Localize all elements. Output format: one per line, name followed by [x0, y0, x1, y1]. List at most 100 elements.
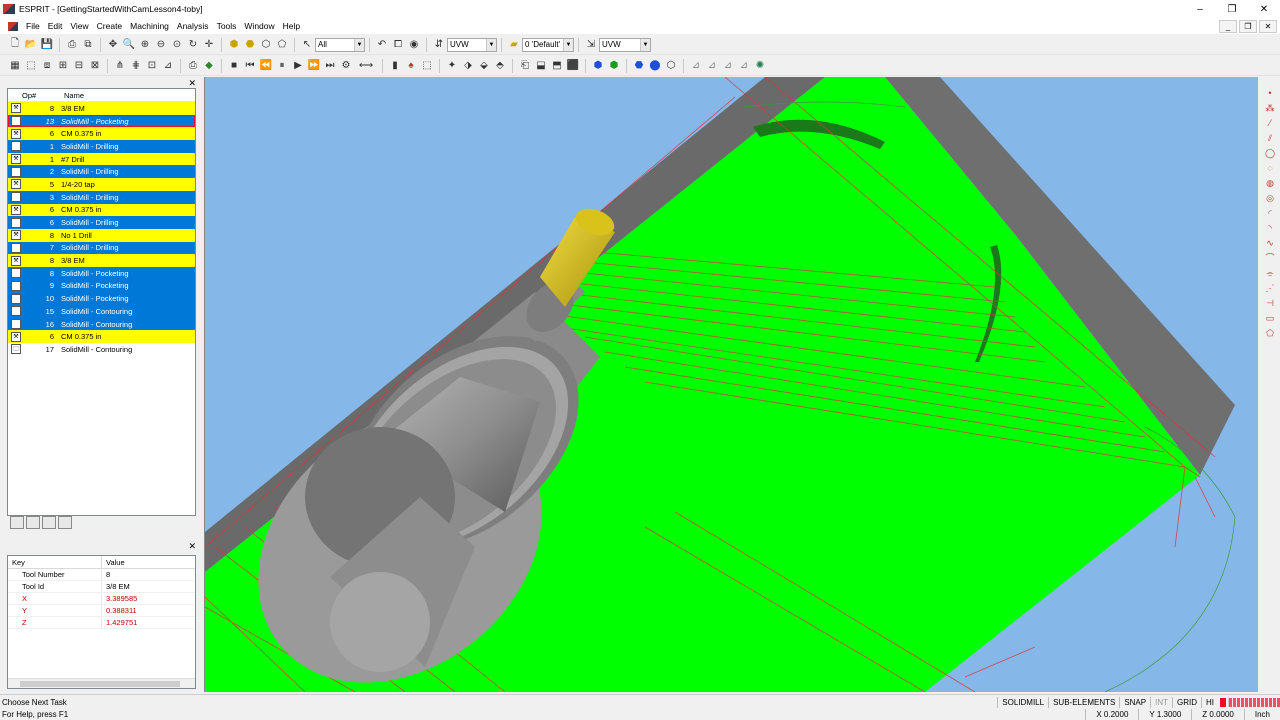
workplane-icon[interactable]: ⇵	[432, 38, 446, 52]
hidden-line-icon[interactable]: ⬠	[275, 38, 289, 52]
spline-icon[interactable]: ∿	[1265, 237, 1275, 249]
play-icon[interactable]: ▶	[291, 59, 305, 73]
operation-row[interactable]: ⚒ 8 3/8 EM	[8, 254, 195, 267]
arc-3pt-icon[interactable]: ◝	[1265, 222, 1275, 234]
work-coordinates-icon[interactable]: ⇲	[584, 38, 598, 52]
cancel-icon[interactable]: ◉	[407, 38, 421, 52]
step-back-icon[interactable]: ⏪	[259, 59, 273, 73]
rewind-icon[interactable]: ⏮	[243, 59, 257, 73]
fast-forward-icon[interactable]: ⏭	[323, 59, 337, 73]
render-icon[interactable]: ⬛	[566, 59, 580, 73]
operation-icon[interactable]: ⊞	[56, 59, 70, 73]
tab-tools-icon[interactable]	[10, 516, 24, 529]
print-preview-icon[interactable]: ⎙	[186, 59, 200, 73]
restore-icon[interactable]: ❐	[1216, 4, 1248, 15]
step-forward-icon[interactable]: ⏩	[307, 59, 321, 73]
doc-minimize-icon[interactable]: _	[1219, 19, 1237, 33]
operation-row[interactable]: ⚒ 6 CM 0.375 in	[8, 330, 195, 344]
green-cube-icon[interactable]: ⬢	[607, 59, 621, 73]
tool-d-icon[interactable]: ⊿	[737, 59, 751, 73]
features-icon[interactable]: ⧈	[40, 59, 54, 73]
chart-icon[interactable]: ⊿	[161, 59, 175, 73]
open-folder-icon[interactable]: 📂	[24, 38, 38, 52]
graphics-viewport[interactable]	[204, 77, 1258, 692]
status-flag-hi[interactable]: HI	[1201, 697, 1218, 708]
operation-row[interactable]: ⇓ 6 SolidMill - Drilling	[8, 216, 195, 229]
arc-icon[interactable]: ◜	[1265, 207, 1275, 219]
column-name[interactable]: Name	[60, 91, 84, 100]
menu-tools[interactable]: Tools	[213, 21, 241, 31]
check-icon[interactable]: ✦	[445, 59, 459, 73]
multi-point-icon[interactable]: ⁂	[1265, 102, 1275, 114]
menu-machining[interactable]: Machining	[126, 21, 173, 31]
operation-row[interactable]: ⇓ 2 SolidMill - Drilling	[8, 165, 195, 179]
tool-c-icon[interactable]: ⊿	[721, 59, 735, 73]
property-row[interactable]: Y 0.388311	[8, 605, 195, 617]
zoom-out-icon[interactable]: ⊖	[154, 38, 168, 52]
column-op-number[interactable]: Op#	[8, 91, 60, 100]
offset-icon[interactable]: ⋰	[1265, 282, 1275, 294]
scrollbar-thumb[interactable]	[20, 681, 180, 687]
trim-icon[interactable]: ⊣	[1265, 297, 1275, 309]
copy-icon[interactable]: ⧉	[81, 38, 95, 52]
operation-row[interactable]: ⚒ 5 1/4-20 tap	[8, 178, 195, 191]
selection-filter-combo[interactable]: All ▼	[315, 37, 365, 52]
menu-window[interactable]: Window	[240, 21, 278, 31]
menu-edit[interactable]: Edit	[44, 21, 67, 31]
print-icon[interactable]: ⎙	[65, 38, 79, 52]
toolpath-display-icon[interactable]: ⬚	[420, 59, 434, 73]
document-icon[interactable]	[8, 21, 18, 31]
doc-close-icon[interactable]: ✕	[1259, 19, 1277, 33]
operation-row[interactable]: ⚒ 8 3/8 EM	[8, 102, 195, 115]
undo-icon[interactable]: ↶	[375, 38, 389, 52]
pause-icon[interactable]: ⏸	[275, 59, 289, 73]
circle-tangent-icon[interactable]: ◍	[1265, 177, 1275, 189]
menu-create[interactable]: Create	[93, 21, 127, 31]
blue-cube-icon[interactable]: ⬢	[591, 59, 605, 73]
operation-row[interactable]: ⚒ 8 No 1 Drill	[8, 228, 195, 242]
operation-row[interactable]: ⚒ 6 CM 0.375 in	[8, 203, 195, 217]
tool-icon[interactable]: ⊟	[72, 59, 86, 73]
clipboard-icon[interactable]: ⎗	[518, 59, 532, 73]
view-box-icon[interactable]: ⬡	[664, 59, 678, 73]
operation-row[interactable]: ▦ 13 SolidMill - Pocketing	[8, 114, 195, 128]
menu-view[interactable]: View	[66, 21, 92, 31]
circle-icon[interactable]: ◯	[1265, 147, 1275, 159]
status-flag-subelements[interactable]: SUB-ELEMENTS	[1048, 697, 1119, 708]
layer-combo[interactable]: 0 'Default' ▼	[522, 37, 574, 52]
point-icon[interactable]: •	[1265, 87, 1275, 99]
chamfer-icon[interactable]: ⌯	[1265, 267, 1275, 279]
line-icon[interactable]: ⁄	[1265, 117, 1275, 129]
part-icon[interactable]: ⬓	[534, 59, 548, 73]
operation-row[interactable]: ⬚ 15 SolidMill - Contouring	[8, 305, 195, 318]
status-flag-int[interactable]: INT	[1150, 697, 1172, 708]
circle-center-icon[interactable]: ◎	[1265, 192, 1275, 204]
rectangle-icon[interactable]: ▭	[1265, 312, 1275, 324]
operation-row[interactable]: ▦ 8 SolidMill - Pocketing	[8, 266, 195, 280]
zoom-in-icon[interactable]: ⊕	[138, 38, 152, 52]
redo-icon[interactable]: ⧠	[391, 38, 405, 52]
status-flag-snap[interactable]: SNAP	[1119, 697, 1150, 708]
holder-display-icon[interactable]: ♠	[404, 59, 418, 73]
circle-3pt-icon[interactable]: ◌	[1265, 162, 1275, 174]
save-icon[interactable]: 💾	[40, 38, 54, 52]
polygon-icon[interactable]: ⬠	[1265, 327, 1275, 339]
minimize-icon[interactable]: –	[1184, 4, 1216, 15]
cut-stock-icon[interactable]: ⬘	[493, 59, 507, 73]
center-icon[interactable]: ✛	[202, 38, 216, 52]
rotate-icon[interactable]: ↻	[186, 38, 200, 52]
status-flag-grid[interactable]: GRID	[1172, 697, 1201, 708]
simulation-icon[interactable]: ◆	[202, 59, 216, 73]
nc-icon[interactable]: ⊠	[88, 59, 102, 73]
close-icon[interactable]: ✕	[1248, 4, 1280, 15]
compare-icon[interactable]: ⬗	[461, 59, 475, 73]
settings-icon[interactable]: ⚙	[339, 59, 353, 73]
operation-row[interactable]: ⬚ 17 SolidMill - Contouring	[8, 343, 195, 356]
operation-row[interactable]: ▦ 9 SolidMill - Pocketing	[8, 279, 195, 293]
shaded-view-icon[interactable]: ⬢	[227, 38, 241, 52]
menu-file[interactable]: File	[22, 21, 44, 31]
tab-nc-icon[interactable]	[58, 516, 72, 529]
horizontal-scrollbar[interactable]	[8, 678, 195, 688]
wireframe-icon[interactable]: ⬡	[259, 38, 273, 52]
zoom-fit-icon[interactable]: ⊙	[170, 38, 184, 52]
